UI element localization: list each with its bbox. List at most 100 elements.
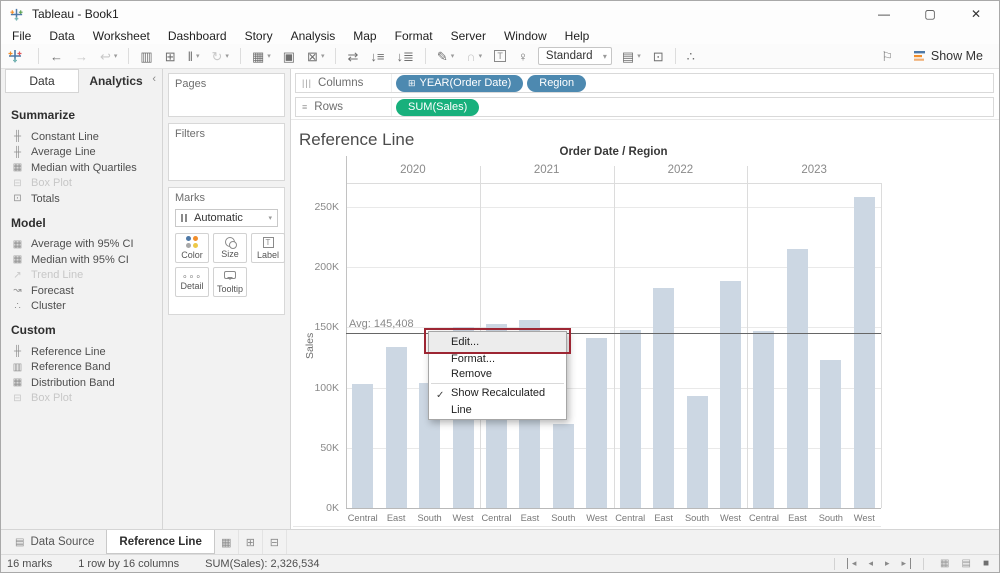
menu-story[interactable]: Story [236, 29, 282, 43]
menu-worksheet[interactable]: Worksheet [84, 29, 159, 43]
presentation-mode-button[interactable]: ⊡ [647, 46, 670, 66]
undo-button[interactable]: ← [44, 46, 69, 66]
sheet-tab-reference-line[interactable]: Reference Line [106, 530, 214, 554]
new-story-tab-button[interactable]: ⊟ [263, 530, 287, 554]
clear-sheet-button[interactable]: ⊠▾ [301, 46, 330, 66]
duplicate-button[interactable]: ▣ [277, 46, 301, 66]
bar-2021-south[interactable] [553, 424, 574, 508]
bar-2023-west[interactable] [854, 197, 875, 508]
menu-file[interactable]: File [3, 29, 40, 43]
analytics-item-average-line[interactable]: ╫Average Line [11, 145, 162, 161]
bar-2023-east[interactable] [787, 249, 808, 508]
context-menu-format[interactable]: Format... [429, 352, 566, 367]
bar-2022-west[interactable] [720, 281, 741, 509]
year-header-2020[interactable]: 2020 [346, 164, 480, 176]
collapse-pane-button[interactable]: ‹ [152, 73, 156, 85]
bar-2023-south[interactable] [820, 360, 841, 508]
region-label-2020-central[interactable]: Central [346, 513, 379, 523]
bar-2022-south[interactable] [687, 396, 708, 508]
analytics-item-reference-band[interactable]: ▥Reference Band [11, 360, 162, 376]
previous-sheet-icon[interactable]: ◂ [864, 558, 877, 569]
y-tick-200K[interactable]: 200K [299, 261, 339, 273]
y-tick-100K[interactable]: 100K [299, 382, 339, 394]
year-header-2023[interactable]: 2023 [747, 164, 881, 176]
analytics-item-distribution-band[interactable]: ▦Distribution Band [11, 375, 162, 391]
pages-shelf[interactable]: Pages [168, 73, 285, 117]
next-sheet-icon[interactable]: ▸ [881, 558, 894, 569]
analytics-item-median-with-95-ci[interactable]: ▦Median with 95% CI [11, 252, 162, 268]
marks-label-button[interactable]: TLabel [251, 233, 285, 263]
region-label-2020-west[interactable]: West [446, 513, 479, 523]
context-menu-edit[interactable]: Edit... [429, 332, 566, 352]
fix-axes-button[interactable]: ♀ [512, 46, 534, 66]
sheet-tab-data-source[interactable]: ▤Data Source [3, 530, 106, 554]
region-label-2022-south[interactable]: South [680, 513, 713, 523]
new-worksheet-button[interactable]: ▦▾ [246, 46, 277, 66]
region-label-2023-south[interactable]: South [814, 513, 847, 523]
year-header-2022[interactable]: 2022 [614, 164, 748, 176]
show-mark-labels-button[interactable]: T [488, 46, 512, 66]
region-label-2023-east[interactable]: East [781, 513, 814, 523]
analytics-item-reference-line[interactable]: ╫Reference Line [11, 344, 162, 360]
marks-color-button[interactable]: Color [175, 233, 209, 263]
region-label-2021-central[interactable]: Central [480, 513, 513, 523]
menu-data[interactable]: Data [40, 29, 83, 43]
menu-analysis[interactable]: Analysis [282, 29, 345, 43]
marks-detail-button[interactable]: ∘∘∘Detail [175, 267, 209, 297]
y-tick-0K[interactable]: 0K [299, 502, 339, 514]
tab-analytics[interactable]: Analytics [79, 69, 153, 93]
region-label-2022-east[interactable]: East [647, 513, 680, 523]
analytics-item-cluster[interactable]: ∴Cluster [11, 299, 162, 315]
region-label-2023-west[interactable]: West [848, 513, 881, 523]
region-label-2021-east[interactable]: East [513, 513, 546, 523]
context-menu-show-recalculated-line[interactable]: Show Recalculated Line✓ [429, 385, 566, 419]
close-button[interactable]: ✕ [953, 1, 999, 27]
menu-map[interactable]: Map [344, 29, 385, 43]
new-dashboard-tab-button[interactable]: ⊞ [239, 530, 263, 554]
tab-data[interactable]: Data [5, 69, 79, 93]
expand-icon[interactable]: ⊞ [408, 78, 416, 89]
pill-region[interactable]: Region [527, 75, 586, 92]
region-label-2022-west[interactable]: West [714, 513, 747, 523]
reference-line-label[interactable]: Avg: 145,408 [349, 318, 414, 330]
region-label-2021-south[interactable]: South [547, 513, 580, 523]
save-button[interactable]: ▥ [134, 46, 158, 66]
region-label-2021-west[interactable]: West [580, 513, 613, 523]
filters-shelf[interactable]: Filters [168, 123, 285, 181]
y-tick-150K[interactable]: 150K [299, 321, 339, 333]
region-label-2023-central[interactable]: Central [747, 513, 780, 523]
bar-2022-central[interactable] [620, 330, 641, 508]
last-sheet-icon[interactable]: ▸ [898, 558, 912, 569]
swap-rows-columns-button[interactable]: ⇄ [341, 46, 364, 66]
show-tabs-icon[interactable]: ■ [979, 558, 993, 569]
mark-type-dropdown[interactable]: Automatic ▾ [175, 209, 278, 227]
minimize-button[interactable]: — [861, 1, 907, 27]
rows-shelf[interactable]: ≡ Rows SUM(Sales) [295, 97, 994, 117]
analytics-item-average-with-95-ci[interactable]: ▦Average with 95% CI [11, 237, 162, 253]
columns-shelf[interactable]: ||| Columns ⊞YEAR(Order Date)Region [295, 73, 994, 93]
menu-format[interactable]: Format [386, 29, 442, 43]
fit-mode-select[interactable]: Standard ▾ [538, 47, 612, 65]
menu-dashboard[interactable]: Dashboard [159, 29, 236, 43]
marks-size-button[interactable]: Size [213, 233, 247, 263]
pill-sum-sales[interactable]: SUM(Sales) [396, 99, 479, 116]
new-worksheet-tab-button[interactable]: ▦ [215, 530, 239, 554]
year-header-2021[interactable]: 2021 [480, 164, 614, 176]
pill-year-order-date[interactable]: ⊞YEAR(Order Date) [396, 75, 523, 92]
menu-help[interactable]: Help [556, 29, 599, 43]
tooltip-flag-icon[interactable]: ⚐ [875, 46, 899, 66]
menu-window[interactable]: Window [495, 29, 556, 43]
analytics-item-totals[interactable]: ⊡Totals [11, 191, 162, 207]
sort-ascending-button[interactable]: ↓≡ [364, 46, 390, 66]
bar-2023-central[interactable] [753, 331, 774, 508]
region-label-2020-east[interactable]: East [379, 513, 412, 523]
share-button[interactable]: ∴ [681, 46, 701, 66]
new-data-source-button[interactable]: ⊞ [159, 46, 182, 66]
marks-tooltip-button[interactable]: Tooltip [213, 267, 247, 297]
analytics-item-median-with-quartiles[interactable]: ▦Median with Quartiles [11, 160, 162, 176]
y-tick-250K[interactable]: 250K [299, 201, 339, 213]
analytics-item-forecast[interactable]: ↝Forecast [11, 283, 162, 299]
menu-server[interactable]: Server [442, 29, 495, 43]
show-me-button[interactable]: Show Me [913, 49, 983, 63]
analytics-item-constant-line[interactable]: ╫Constant Line [11, 129, 162, 145]
